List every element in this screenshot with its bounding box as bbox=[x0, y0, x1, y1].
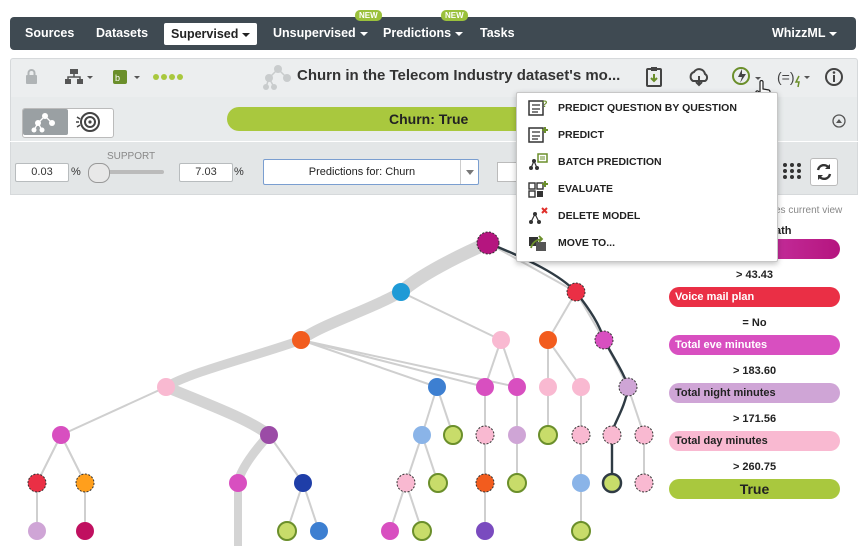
menu-item-label: MOVE TO... bbox=[558, 237, 615, 249]
move-to-icon bbox=[529, 235, 546, 251]
tree-node[interactable] bbox=[571, 425, 591, 445]
menu-item-delete-model[interactable]: DELETE MODEL bbox=[517, 203, 777, 230]
tree-leaf-node[interactable] bbox=[428, 473, 448, 493]
path-step-value: > 260.75 bbox=[732, 461, 777, 473]
path-step: Voice mail plan bbox=[669, 287, 840, 307]
tree-node[interactable] bbox=[476, 522, 494, 540]
tree-node[interactable] bbox=[75, 473, 95, 493]
tree-node[interactable] bbox=[28, 522, 46, 540]
path-step: Total day minutes bbox=[669, 431, 840, 451]
tree-node[interactable] bbox=[310, 522, 328, 540]
tree-node[interactable] bbox=[618, 377, 638, 397]
tree-node[interactable] bbox=[572, 474, 590, 492]
tree-node[interactable] bbox=[157, 378, 175, 396]
tree-node[interactable] bbox=[475, 473, 495, 493]
menu-item-batch-prediction[interactable]: BATCH PREDICTION bbox=[517, 149, 777, 176]
tree-leaf-node[interactable] bbox=[443, 425, 463, 445]
menu-item-label: DELETE MODEL bbox=[558, 210, 641, 222]
tree-node[interactable] bbox=[508, 378, 526, 396]
tree-node[interactable] bbox=[413, 426, 431, 444]
tree-node-root[interactable] bbox=[476, 231, 500, 255]
tree-node[interactable] bbox=[634, 473, 654, 493]
path-step-value: = No bbox=[742, 317, 767, 329]
path-result: True bbox=[669, 479, 840, 499]
path-step: Total night minutes bbox=[669, 383, 840, 403]
tree-node[interactable] bbox=[392, 283, 410, 301]
tree-node[interactable] bbox=[229, 474, 247, 492]
menu-item-label: BATCH PREDICTION bbox=[558, 156, 662, 168]
path-step: Total eve minutes bbox=[669, 335, 840, 355]
predict-icon bbox=[528, 127, 548, 143]
tree-leaf-node[interactable] bbox=[538, 425, 558, 445]
svg-text:?: ? bbox=[542, 99, 548, 109]
tree-leaf-node[interactable] bbox=[571, 521, 591, 541]
tree-node[interactable] bbox=[572, 378, 590, 396]
batch-prediction-icon bbox=[529, 153, 548, 170]
menu-item-evaluate[interactable]: EVALUATE bbox=[517, 176, 777, 203]
tree-node[interactable] bbox=[27, 473, 47, 493]
path-step-value: > 43.43 bbox=[735, 269, 773, 281]
menu-item-move-to[interactable]: MOVE TO... bbox=[517, 230, 777, 257]
tree-node[interactable] bbox=[76, 522, 94, 540]
tree-node[interactable] bbox=[539, 378, 557, 396]
tree-leaf-node-selected[interactable] bbox=[601, 472, 623, 494]
tree-leaf-node[interactable] bbox=[507, 473, 527, 493]
menu-item-predict-question-by-question[interactable]: ? PREDICT QUESTION BY QUESTION bbox=[517, 95, 777, 122]
tree-node[interactable] bbox=[396, 473, 416, 493]
menu-item-predict[interactable]: PREDICT bbox=[517, 122, 777, 149]
delete-model-icon bbox=[529, 207, 548, 224]
tree-node[interactable] bbox=[292, 331, 310, 349]
tree-leaf-node[interactable] bbox=[412, 521, 432, 541]
tree-node[interactable] bbox=[52, 426, 70, 444]
tree-node[interactable] bbox=[428, 378, 446, 396]
tree-node[interactable] bbox=[602, 425, 622, 445]
tree-node[interactable] bbox=[594, 330, 614, 350]
evaluate-icon bbox=[528, 181, 548, 198]
tree-node[interactable] bbox=[634, 425, 654, 445]
tree-node[interactable] bbox=[566, 282, 586, 302]
tree-node[interactable] bbox=[381, 522, 399, 540]
menu-item-label: PREDICT bbox=[558, 129, 605, 141]
tree-node[interactable] bbox=[475, 425, 495, 445]
tree-node[interactable] bbox=[260, 426, 278, 444]
path-step-value: > 171.56 bbox=[732, 413, 777, 425]
tree-leaf-node[interactable] bbox=[277, 521, 297, 541]
tree-node[interactable] bbox=[492, 331, 510, 349]
tree-node[interactable] bbox=[508, 426, 526, 444]
menu-item-label: EVALUATE bbox=[558, 183, 614, 195]
predict-qbq-icon: ? bbox=[528, 99, 548, 116]
tree-node[interactable] bbox=[294, 474, 312, 492]
tree-node[interactable] bbox=[539, 331, 557, 349]
current-view-text: es current view bbox=[775, 205, 843, 216]
path-step-value: > 183.60 bbox=[732, 365, 777, 377]
menu-item-label: PREDICT QUESTION BY QUESTION bbox=[558, 102, 737, 114]
tree-node[interactable] bbox=[476, 378, 494, 396]
actions-dropdown-menu: ? PREDICT QUESTION BY QUESTION PREDICT B… bbox=[516, 92, 778, 262]
